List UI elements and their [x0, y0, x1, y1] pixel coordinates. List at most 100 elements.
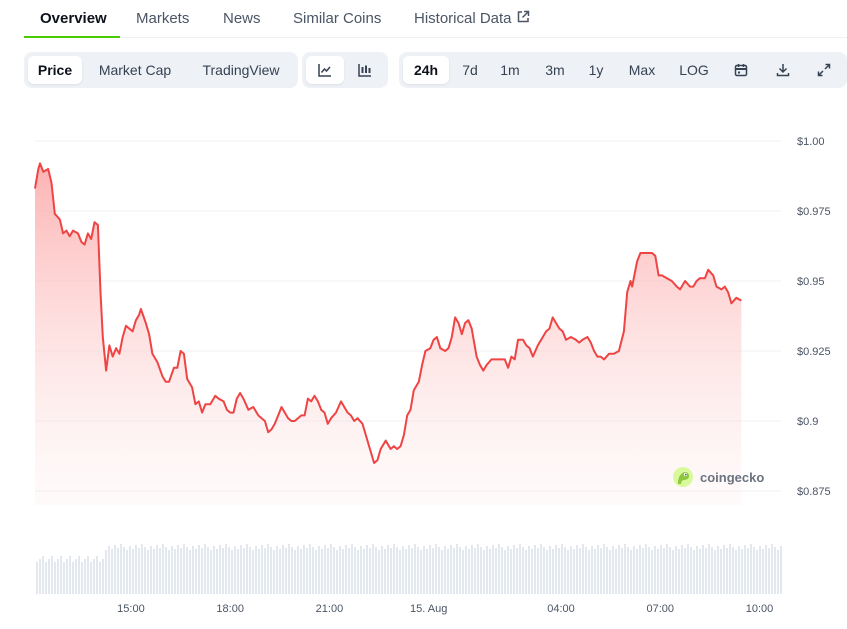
volume-bar: [477, 544, 479, 594]
volume-bar: [399, 550, 401, 594]
volume-bar: [540, 544, 542, 594]
volume-bar: [339, 546, 341, 594]
volume-bar: [90, 562, 92, 594]
volume-bar: [585, 547, 587, 594]
volume-bar: [174, 549, 176, 594]
range-1m-button[interactable]: 1m: [493, 56, 527, 84]
volume-bar: [96, 556, 98, 594]
volume-bar: [108, 546, 110, 594]
active-tab-underline: [24, 36, 120, 38]
range-3m-button[interactable]: 3m: [537, 56, 573, 84]
volume-bar: [306, 548, 308, 594]
volume-bar: [159, 548, 161, 594]
volume-bars: [36, 544, 782, 594]
candlestick-chart-button[interactable]: [346, 56, 384, 84]
market-cap-button[interactable]: Market Cap: [86, 56, 184, 84]
volume-bar: [213, 546, 215, 594]
tab-historical-data[interactable]: Historical Data: [414, 10, 530, 27]
volume-bar: [69, 556, 71, 594]
volume-bar: [330, 544, 332, 594]
volume-bar: [366, 545, 368, 594]
tab-markets[interactable]: Markets: [136, 10, 189, 27]
volume-bar: [225, 544, 227, 594]
volume-bar: [642, 548, 644, 594]
y-tick-label: $0.925: [797, 346, 831, 358]
volume-bar: [144, 547, 146, 594]
tab-news[interactable]: News: [223, 10, 261, 27]
price-chart[interactable]: $1.00 $0.975 $0.95 $0.925 $0.9 $0.875 15:00 18…: [0, 100, 847, 629]
calendar-button[interactable]: [724, 56, 758, 84]
coingecko-logo-icon: [673, 467, 693, 487]
volume-bar: [264, 548, 266, 594]
line-chart-button[interactable]: [306, 56, 344, 84]
volume-bar: [636, 549, 638, 594]
volume-bar: [420, 550, 422, 594]
volume-bar: [387, 545, 389, 594]
volume-bar: [621, 548, 623, 594]
volume-bar: [183, 544, 185, 594]
volume-bar: [198, 545, 200, 594]
volume-bar: [441, 550, 443, 594]
fullscreen-button[interactable]: [807, 56, 841, 84]
volume-bar: [372, 544, 374, 594]
volume-bar: [267, 544, 269, 594]
download-button[interactable]: [766, 56, 800, 84]
volume-bar: [369, 548, 371, 594]
volume-bar: [234, 546, 236, 594]
volume-bar: [135, 545, 137, 594]
volume-bar: [654, 546, 656, 594]
volume-bar: [102, 559, 104, 594]
volume-bar: [465, 546, 467, 594]
volume-bar: [546, 550, 548, 594]
volume-bar: [426, 549, 428, 594]
volume-bar: [276, 546, 278, 594]
volume-bar: [666, 544, 668, 594]
volume-bar: [759, 546, 761, 594]
range-24h-button[interactable]: 24h: [403, 56, 449, 84]
volume-bar: [600, 548, 602, 594]
volume-bar: [762, 549, 764, 594]
volume-bar: [678, 549, 680, 594]
volume-bar: [558, 548, 560, 594]
volume-bar: [555, 545, 557, 594]
volume-bar: [537, 548, 539, 594]
tradingview-button[interactable]: TradingView: [188, 56, 294, 84]
tab-overview[interactable]: Overview: [40, 10, 107, 27]
chart-style-group: [302, 52, 388, 88]
volume-bar: [345, 545, 347, 594]
log-scale-button[interactable]: LOG: [672, 56, 716, 84]
volume-bar: [462, 550, 464, 594]
range-1y-button[interactable]: 1y: [581, 56, 611, 84]
volume-bar: [396, 547, 398, 594]
volume-bar: [480, 547, 482, 594]
volume-bar: [336, 550, 338, 594]
volume-bar: [255, 546, 257, 594]
volume-bar: [258, 549, 260, 594]
volume-bar: [72, 562, 74, 594]
tab-similar-coins[interactable]: Similar Coins: [293, 10, 381, 27]
volume-bar: [165, 547, 167, 594]
volume-bar: [771, 544, 773, 594]
volume-bar: [126, 550, 128, 594]
volume-bar: [261, 545, 263, 594]
volume-bar: [777, 550, 779, 594]
volume-bar: [120, 544, 122, 594]
x-tick-label: 18:00: [216, 603, 244, 615]
y-axis-ticks: $1.00 $0.975 $0.95 $0.925 $0.9 $0.875: [797, 136, 831, 498]
range-max-button[interactable]: Max: [620, 56, 664, 84]
volume-bar: [492, 545, 494, 594]
price-button[interactable]: Price: [28, 56, 82, 84]
volume-bar: [513, 545, 515, 594]
volume-bar: [657, 549, 659, 594]
volume-bar: [93, 559, 95, 594]
volume-bar: [252, 550, 254, 594]
volume-bar: [384, 549, 386, 594]
range-7d-button[interactable]: 7d: [453, 56, 487, 84]
volume-bar: [219, 545, 221, 594]
volume-bar: [45, 562, 47, 594]
volume-bar: [240, 545, 242, 594]
volume-bar: [615, 549, 617, 594]
volume-bar: [375, 547, 377, 594]
volume-bar: [129, 546, 131, 594]
volume-bar: [447, 549, 449, 594]
